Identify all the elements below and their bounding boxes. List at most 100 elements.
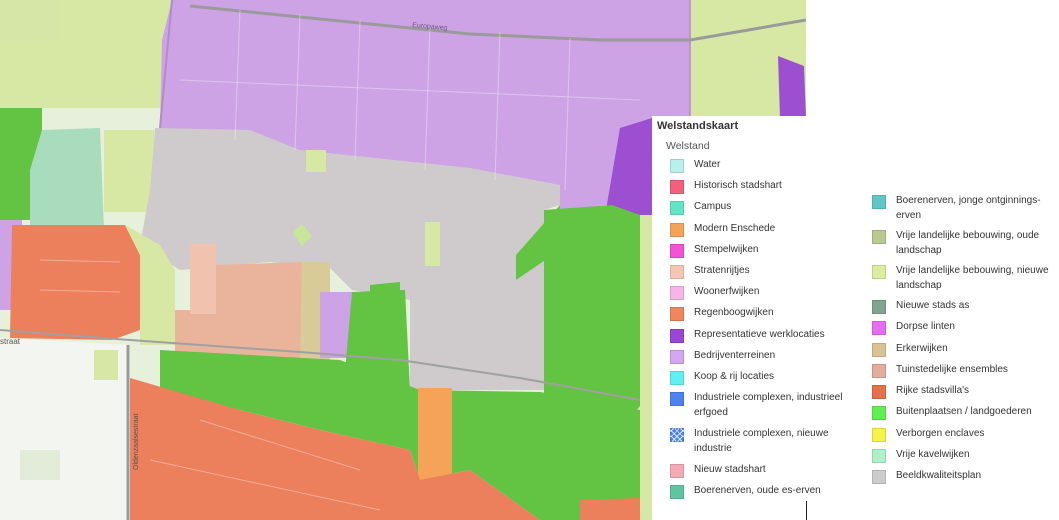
legend-swatch — [670, 349, 684, 364]
legend-label: Bedrijventerreinen — [694, 349, 776, 361]
legend-swatch — [670, 392, 684, 407]
legend-item: Campus — [670, 200, 860, 221]
legend-item: Buitenplaatsen / landgoederen — [872, 405, 1057, 426]
street-label-left: straat — [0, 337, 21, 346]
legend-item: Nieuw stadshart — [670, 463, 860, 484]
legend-item: Nieuwe stads as — [872, 299, 1057, 320]
legend-item: Regenboogwijken — [670, 306, 860, 327]
legend-item: Representatieve werklocaties — [670, 328, 860, 349]
pointer-line — [806, 501, 807, 520]
zone-modern-enschede[interactable] — [418, 388, 452, 488]
legend-swatch — [872, 470, 886, 485]
legend-swatch — [670, 180, 684, 195]
legend-label: Modern Enschede — [694, 222, 776, 234]
legend-label: Stempelwijken — [694, 243, 759, 255]
legend-label: Boerenerven, jonge ontginnings-erven — [896, 195, 1041, 221]
zone-regenboogwijken-se[interactable] — [580, 498, 640, 520]
legend-item: Modern Enschede — [670, 222, 860, 243]
legend-swatch — [872, 230, 886, 244]
legend-label: Koop & rij locaties — [694, 370, 775, 382]
legend-item: Stempelwijken — [670, 243, 860, 264]
legend-swatch — [872, 427, 886, 442]
legend-label: Representatieve werklocaties — [694, 328, 825, 340]
zone-vrije-landelijk-w[interactable] — [104, 130, 154, 212]
legend-swatch — [670, 485, 684, 500]
zone-small-green-patch-3[interactable] — [306, 150, 326, 172]
legend-swatch — [872, 363, 886, 378]
legend-label: Woonerfwijken — [694, 286, 760, 298]
zone-vrije-landelijk-corner[interactable] — [0, 0, 60, 40]
legend-label: Beeldkwaliteitsplan — [896, 470, 982, 482]
legend-label: Boerenerven, oude es-erven — [694, 485, 821, 497]
legend-label: Rijke stadsvilla's — [896, 385, 970, 397]
legend-item: Vrije kavelwijken — [872, 448, 1057, 469]
legend-swatch — [670, 243, 684, 258]
legend-swatch — [872, 406, 886, 421]
legend-label: Stratenrijtjes — [694, 264, 750, 276]
legend-item: Beeldkwaliteitsplan — [872, 469, 1057, 490]
legend-label: Industriele complexen, industrieel erfgo… — [694, 392, 843, 418]
legend-label: Historisch stadshart — [694, 180, 782, 192]
legend-panel: Welstandskaart Welstand Water Historisch … — [652, 116, 1059, 520]
legend-subtitle: Welstand — [666, 140, 710, 152]
legend-swatch — [670, 201, 684, 216]
legend-item: Woonerfwijken — [670, 285, 860, 306]
legend-swatch — [670, 370, 684, 385]
legend-swatch — [872, 342, 886, 357]
legend-column-2: Boerenerven, jonge ontginnings-erven Vrij… — [872, 194, 1057, 491]
legend-item: Historisch stadshart — [670, 179, 860, 200]
legend-title: Welstandskaart — [657, 120, 739, 132]
legend-item: Water — [670, 158, 860, 179]
legend-swatch — [872, 449, 886, 464]
legend-swatch — [670, 286, 684, 301]
legend-swatch — [670, 464, 684, 479]
legend-swatch — [872, 300, 886, 314]
legend-label: Nieuwe stads as — [896, 300, 970, 311]
legend-label: Industriele complexen, nieuwe industrie — [694, 428, 829, 454]
legend-label: Erkerwijken — [896, 342, 948, 354]
legend-label: Regenboogwijken — [694, 307, 774, 319]
legend-label: Water — [694, 159, 721, 170]
legend-swatch — [670, 307, 684, 322]
legend-swatch — [872, 385, 886, 400]
legend-item: Bedrijventerreinen — [670, 349, 860, 370]
legend-swatch — [670, 222, 684, 237]
legend-swatch — [872, 321, 886, 336]
legend-label: Dorpse linten — [896, 321, 955, 333]
legend-item: Koop & rij locaties — [670, 370, 860, 391]
legend-swatch — [670, 159, 684, 173]
legend-swatch — [670, 328, 684, 343]
legend-item: Rijke stadsvilla's — [872, 384, 1057, 405]
legend-swatch — [872, 195, 886, 209]
zone-boerenerven-w[interactable] — [30, 128, 104, 232]
legend-swatch — [670, 428, 684, 443]
zone-small-green-patch-2[interactable] — [425, 222, 440, 266]
legend-swatch — [670, 264, 684, 279]
legend-item: Tuinstedelijke ensembles — [872, 363, 1057, 384]
legend-label: Buitenplaatsen / landgoederen — [896, 406, 1032, 418]
legend-label: Nieuw stadshart — [694, 464, 766, 476]
legend-label: Tuinstedelijke ensembles — [896, 363, 1008, 375]
legend-label: Vrije landelijke bebouwing, nieuwe lands… — [896, 265, 1049, 291]
legend-item: Industriele complexen, nieuwe industrie — [670, 427, 860, 463]
legend-label: Verborgen enclaves — [896, 427, 985, 439]
legend-item: Stratenrijtjes — [670, 264, 860, 285]
legend-item: Verborgen enclaves — [872, 427, 1057, 448]
legend-label: Campus — [694, 201, 732, 213]
zone-representatief-ne[interactable] — [778, 56, 806, 118]
legend-item: Dorpse linten — [872, 320, 1057, 341]
zone-vrije-landelijk-sw[interactable] — [94, 350, 118, 380]
zone-regenboogwijken-w[interactable] — [10, 225, 140, 340]
zone-stratenrijtjes[interactable] — [190, 244, 216, 314]
legend-item: Erkerwijken — [872, 342, 1057, 363]
legend-item: Industriele complexen, industrieel erfgo… — [670, 391, 860, 427]
legend-label: Vrije landelijke bebouwing, oude landsch… — [896, 230, 1040, 256]
legend-swatch — [872, 265, 886, 279]
street-label-vertical: Oldenzaalsestraat — [133, 414, 140, 470]
legend-item: Vrije landelijke bebouwing, nieuwe lands… — [872, 264, 1057, 299]
legend-item: Vrije landelijke bebouwing, oude landsch… — [872, 229, 1057, 264]
legend-column-1: Water Historisch stadshart Campus Modern En… — [670, 158, 860, 505]
legend-item: Boerenerven, oude es-erven — [670, 484, 860, 505]
legend-label: Vrije kavelwijken — [896, 449, 970, 461]
legend-item: Boerenerven, jonge ontginnings-erven — [872, 194, 1057, 229]
